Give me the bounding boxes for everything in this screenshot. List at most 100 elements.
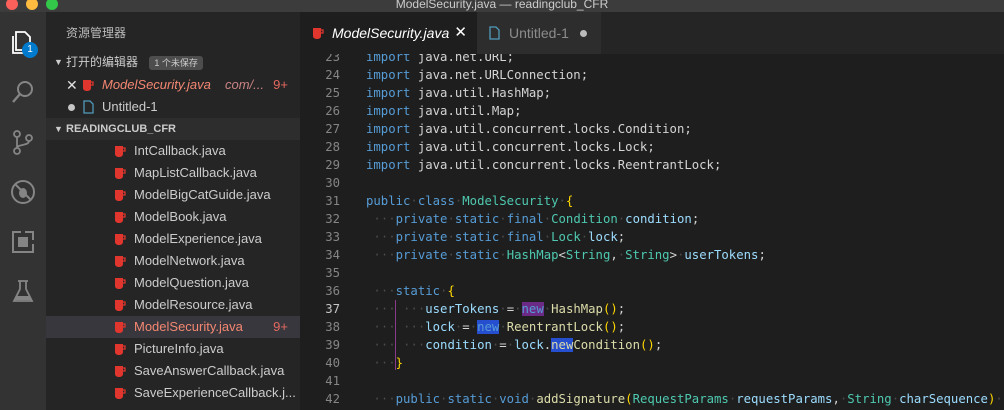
test-button[interactable] [0,270,46,314]
file-icon [489,26,500,40]
code-line[interactable]: 26 import java.util.Map; [300,102,1004,120]
file-tree-label: ModelExperience.java [134,231,262,246]
code-line[interactable]: 40 ···} [300,354,1004,372]
window-title: ModelSecurity.java — readingclub_CFR [395,0,609,11]
code-line[interactable]: 28 import java.util.concurrent.locks.Lock… [300,138,1004,156]
open-editor-item[interactable]: ✕ ModelSecurity.java com/... 9+ [46,74,300,96]
activity-bar: 1 [0,12,46,410]
code-line[interactable]: 35 [300,264,1004,282]
code-text: ··· ···userTokens·=·new·HashMap(); [373,302,626,316]
file-tree-item[interactable]: ModelNetwork.java [46,250,300,272]
line-number: 32 [325,212,340,226]
code-text: ···public·static·void·addSignature(Reque… [373,392,1004,406]
open-editor-label: ModelSecurity.java [102,77,211,92]
line-number: 25 [325,86,340,100]
close-editor-icon[interactable]: ✕ [66,74,78,96]
source-control-button[interactable] [0,120,46,164]
code-text: ···static·{ [373,284,455,298]
file-tree-item[interactable]: SaveAnswerCallback.java [46,360,300,382]
file-tree-item[interactable]: ModelExperience.java [46,228,300,250]
line-number: 38 [325,320,340,334]
line-number: 27 [325,122,340,136]
open-editors-header[interactable]: ▼ 打开的编辑器 1 个未保存 [46,51,300,73]
line-number: 41 [325,374,340,388]
code-line[interactable]: 33 ···private·static·final·Lock·lock; [300,228,1004,246]
code-text: ··· ···condition·=·lock.newCondition(); [373,338,663,352]
line-number: 30 [325,176,340,190]
code-line[interactable]: 42 ···public·static·void·addSignature(Re… [300,390,1004,408]
java-file-icon [115,212,126,223]
code-line[interactable]: 30 [300,174,1004,192]
line-number: 26 [325,104,340,118]
code-text: ···private·static·final·Condition·condit… [373,212,700,226]
tab-modelsecurity[interactable]: ModelSecurity.java ✕ [300,12,477,54]
code-editor[interactable]: 23 import java.net.URL; 24 import java.net.… [300,54,1004,410]
line-number: 34 [325,248,340,262]
file-tree-label: ModelResource.java [134,297,253,312]
project-folder-header[interactable]: ▼ READINGCLUB_CFR [46,118,300,140]
code-line[interactable]: 25 import java.util.HashMap; [300,84,1004,102]
code-text: import java.util.Map; [366,104,522,118]
explorer-badge: 1 [22,42,38,58]
file-tree-item[interactable]: ModelQuestion.java [46,272,300,294]
code-text: public·class·ModelSecurity·{ [366,194,574,208]
file-tree-item[interactable]: ModelSecurity.java 9+ [46,316,300,338]
java-file-icon [115,300,126,311]
code-text: import java.util.concurrent.locks.Lock; [366,140,655,154]
code-line[interactable]: 23 import java.net.URL; [300,54,1004,66]
search-icon [12,81,33,103]
code-line[interactable]: 41 [300,372,1004,390]
line-number: 33 [325,230,340,244]
tab-untitled[interactable]: Untitled-1 [477,12,601,54]
file-tree-item[interactable]: ModelBigCatGuide.java [46,184,300,206]
explorer-button[interactable]: 1 [0,20,46,64]
code-line[interactable]: 29 import java.util.concurrent.locks.Reen… [300,156,1004,174]
line-number: 40 [325,356,340,370]
file-tree-item[interactable]: SaveExperienceCallback.j... [46,382,300,404]
code-line[interactable]: 31 public·class·ModelSecurity·{ [300,192,1004,210]
code-line[interactable]: 27 import java.util.concurrent.locks.Cond… [300,120,1004,138]
code-line[interactable]: 39 ··· ···condition·=·lock.newCondition(… [300,336,1004,354]
problem-count: 9+ [273,319,288,334]
java-file-icon [115,168,126,179]
java-file-icon [115,256,126,267]
code-line[interactable]: 32 ···private·static·final·Condition·con… [300,210,1004,228]
open-editor-item[interactable]: Untitled-1 [46,96,300,118]
line-number: 42 [325,392,340,406]
code-text: import java.util.concurrent.locks.Condit… [366,122,692,136]
open-editor-path: com/... [225,77,265,92]
code-line[interactable]: 34 ···private·static·HashMap<String,·Str… [300,246,1004,264]
chevron-down-icon: ▼ [54,57,63,67]
java-file-icon [115,146,126,157]
java-file-icon [115,190,126,201]
java-file-icon [83,80,94,91]
title-bar: ModelSecurity.java — readingclub_CFR [0,0,1004,12]
code-line[interactable]: 36 ···static·{ [300,282,1004,300]
code-line[interactable]: 24 import java.net.URLConnection; [300,66,1004,84]
file-tree: IntCallback.java MapListCallback.java Mode… [46,140,300,404]
line-number: 23 [325,54,340,64]
tab-label: Untitled-1 [509,25,569,41]
code-text: ··· ···lock·=·new·ReentrantLock(); [373,320,626,334]
search-view-button[interactable] [0,70,46,114]
code-line[interactable]: 38 ··· ···lock·=·new·ReentrantLock(); [300,318,1004,336]
code-text: import java.net.URL; [366,54,515,64]
file-tree-item[interactable]: ModelResource.java [46,294,300,316]
file-tree-label: ModelQuestion.java [134,275,249,290]
java-file-icon [115,234,126,245]
file-tree-label: SaveAnswerCallback.java [134,363,285,378]
code-line[interactable]: 37 ··· ···userTokens·=·new·HashMap(); [300,300,1004,318]
close-icon[interactable]: ✕ [454,12,467,54]
extensions-button[interactable] [0,220,46,264]
code-text: import java.net.URLConnection; [366,68,589,82]
line-number: 36 [325,284,340,298]
sidebar-title: 资源管理器 [66,26,127,40]
flask-icon [12,280,34,302]
file-tree-item[interactable]: PictureInfo.java [46,338,300,360]
file-tree-item[interactable]: ModelBook.java [46,206,300,228]
file-icon [83,100,94,114]
line-number: 24 [325,68,340,82]
debug-button[interactable] [0,170,46,214]
file-tree-item[interactable]: IntCallback.java [46,140,300,162]
file-tree-item[interactable]: MapListCallback.java [46,162,300,184]
